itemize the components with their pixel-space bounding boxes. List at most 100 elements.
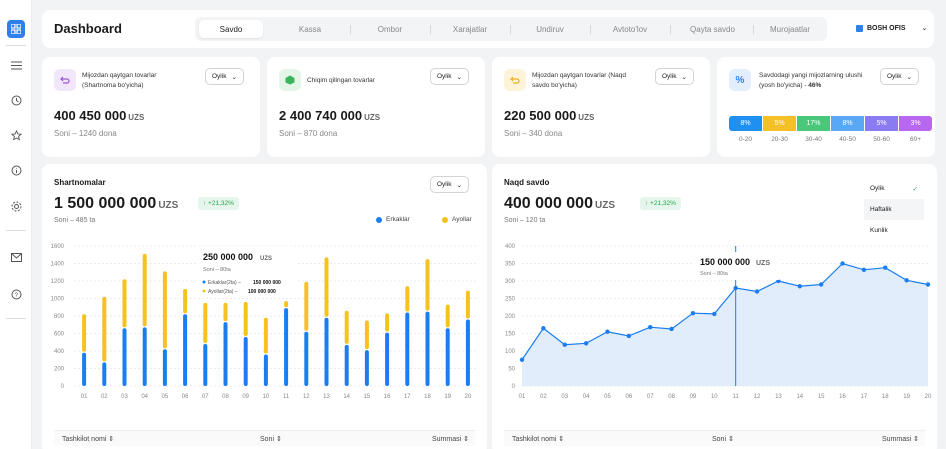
x-tick-label: 04 <box>141 394 148 400</box>
bar-erkaklar <box>385 332 390 386</box>
tab-kassa[interactable]: Kassa <box>275 17 345 41</box>
data-point <box>733 285 738 291</box>
data-point <box>669 326 674 332</box>
tooltip-value: 250 000 000 <box>203 252 253 262</box>
dashboard-icon[interactable] <box>7 20 25 38</box>
y-tick-label: 0 <box>512 384 516 390</box>
tooltip-sub: Soni – 80ta <box>203 267 232 273</box>
period-dropdown[interactable]: Oylik ⌄ <box>430 176 469 193</box>
tooltip-value: 150 000 000 <box>700 257 750 267</box>
period-dropdown[interactable]: Oylik ⌄ <box>880 68 919 85</box>
y-tick-label: 1000 <box>51 297 65 303</box>
stat-value: 2 400 740 000 UZS <box>279 108 380 123</box>
y-tick-label: 1600 <box>51 244 65 250</box>
y-tick-label: 300 <box>505 279 516 285</box>
y-tick-label: 1200 <box>51 279 65 285</box>
x-tick-label: 18 <box>424 394 431 400</box>
bar-ayollar <box>385 313 390 332</box>
col-org[interactable]: Tashkilot nomi ⇕ <box>62 435 114 443</box>
data-point <box>861 267 867 272</box>
period-dropdown[interactable]: Oylik ⌄ <box>655 68 694 85</box>
col-org[interactable]: Tashkilot nomi ⇕ <box>512 435 564 443</box>
bar-chart: 0 200 400 600 800 1000 1200 1400 1600 01 02 03 04 05 0… <box>51 244 478 400</box>
dropdown-label: Oylik <box>437 73 452 80</box>
y-tick-label: 400 <box>505 244 516 250</box>
data-point <box>541 326 546 331</box>
age-bar: 8% 5% 17% 8% 5% 3% <box>729 116 932 131</box>
x-tick-label: 12 <box>303 394 310 400</box>
y-tick-label: 400 <box>54 349 65 355</box>
stat-count: Soni – 870 dona <box>279 129 338 138</box>
tooltip-unit: UZS <box>756 260 770 267</box>
bar-ayollar <box>405 286 410 312</box>
mail-icon[interactable] <box>7 248 25 266</box>
help-icon[interactable]: ? <box>7 285 25 303</box>
stat-value: 400 450 000 UZS <box>54 108 144 123</box>
x-tick-label: 02 <box>101 394 108 400</box>
dropdown-label: Oylik <box>437 181 452 188</box>
col-count[interactable]: Soni ⇕ <box>260 435 282 443</box>
star-icon[interactable] <box>7 126 25 144</box>
tooltip-unit: UZS <box>260 256 272 262</box>
y-tick-label: 150 <box>505 332 516 338</box>
building-icon <box>856 24 863 32</box>
tooltip-line2: Ayollar(2ta) – <box>208 289 238 295</box>
period-dropdown[interactable]: Oylik ⌄ <box>205 68 244 85</box>
tooltip-line1: Erkaklar(2ta) – <box>208 280 241 286</box>
x-tick-label: 09 <box>690 394 697 400</box>
bar-erkaklar <box>405 312 410 386</box>
data-point <box>583 341 589 346</box>
office-selector[interactable]: BOSH OFIS ⌄ <box>856 24 927 32</box>
menu-item-kunlik[interactable]: Kunlik <box>864 220 924 241</box>
x-tick-label: 02 <box>540 394 547 400</box>
chart-tooltip: 250 000 000 UZS Soni – 80ta Erkaklar(2ta) –… <box>197 246 297 298</box>
y-tick-label: 100 <box>505 349 516 355</box>
info-icon[interactable] <box>7 161 25 179</box>
age-segment-30-40: 17% <box>797 116 830 131</box>
x-tick-label: 19 <box>444 394 451 400</box>
col-sum[interactable]: Summasi ⇕ <box>882 435 919 443</box>
chevron-down-icon: ⌄ <box>456 73 462 81</box>
x-tick-label: 06 <box>625 394 632 400</box>
bar-erkaklar <box>465 319 470 386</box>
bar-ayollar <box>203 302 208 343</box>
age-label: 20-30 <box>771 136 788 143</box>
tab-xarajatlar[interactable]: Xarajatlar <box>435 17 505 41</box>
tab-avtotolov[interactable]: Avtoto'lov <box>595 17 665 41</box>
tab-murojaatlar[interactable]: Murojaatlar <box>755 17 825 41</box>
value-number: 400 000 000 <box>504 195 593 212</box>
bar-erkaklar <box>284 308 289 386</box>
legend-label: Ayollar <box>452 216 472 223</box>
x-tick-label: 01 <box>81 394 88 400</box>
y-tick-label: 200 <box>505 314 516 320</box>
period-dropdown[interactable]: Oylik ⌄ <box>430 68 469 85</box>
menu-icon[interactable] <box>7 56 25 74</box>
stat-title: Chiqim qilingan tovarlar <box>307 77 375 84</box>
chevron-down-icon: ⌄ <box>231 73 237 81</box>
tab-savdo[interactable]: Savdo <box>199 20 263 38</box>
tab-undiruv[interactable]: Undiruv <box>515 17 585 41</box>
legend-dot <box>376 216 382 223</box>
value-unit: UZS <box>128 113 145 122</box>
menu-item-haftalik[interactable]: Haftalik <box>864 199 924 220</box>
settings-icon[interactable] <box>7 197 25 215</box>
x-tick-label: 18 <box>882 394 889 400</box>
chevron-down-icon: ⌄ <box>681 73 687 81</box>
tab-qayta-savdo[interactable]: Qayta savdo <box>675 17 750 41</box>
x-tick-label: 15 <box>818 394 825 400</box>
col-count[interactable]: Soni ⇕ <box>712 435 734 443</box>
y-tick-label: 600 <box>54 332 65 338</box>
col-sum[interactable]: Summasi ⇕ <box>432 435 469 443</box>
menu-item-oylik[interactable]: Oylik ✓ <box>864 178 924 199</box>
tab-ombor[interactable]: Ombor <box>355 17 425 41</box>
area-chart: 0 50 100 150 200 250 300 350 400 01 02 03 04 05 06 07 08… <box>505 244 932 400</box>
data-point <box>562 342 567 347</box>
history-icon[interactable] <box>7 91 25 109</box>
stat-title: Mijozdan qaytgan tovarlar (Shartnoma bo'… <box>82 72 157 89</box>
x-tick-label: 13 <box>323 394 330 400</box>
y-tick-label: 1400 <box>51 262 65 268</box>
bar-erkaklar <box>364 350 369 386</box>
data-point <box>797 284 802 289</box>
bar-ayollar <box>162 271 167 349</box>
value-number: 400 450 000 <box>54 108 127 123</box>
